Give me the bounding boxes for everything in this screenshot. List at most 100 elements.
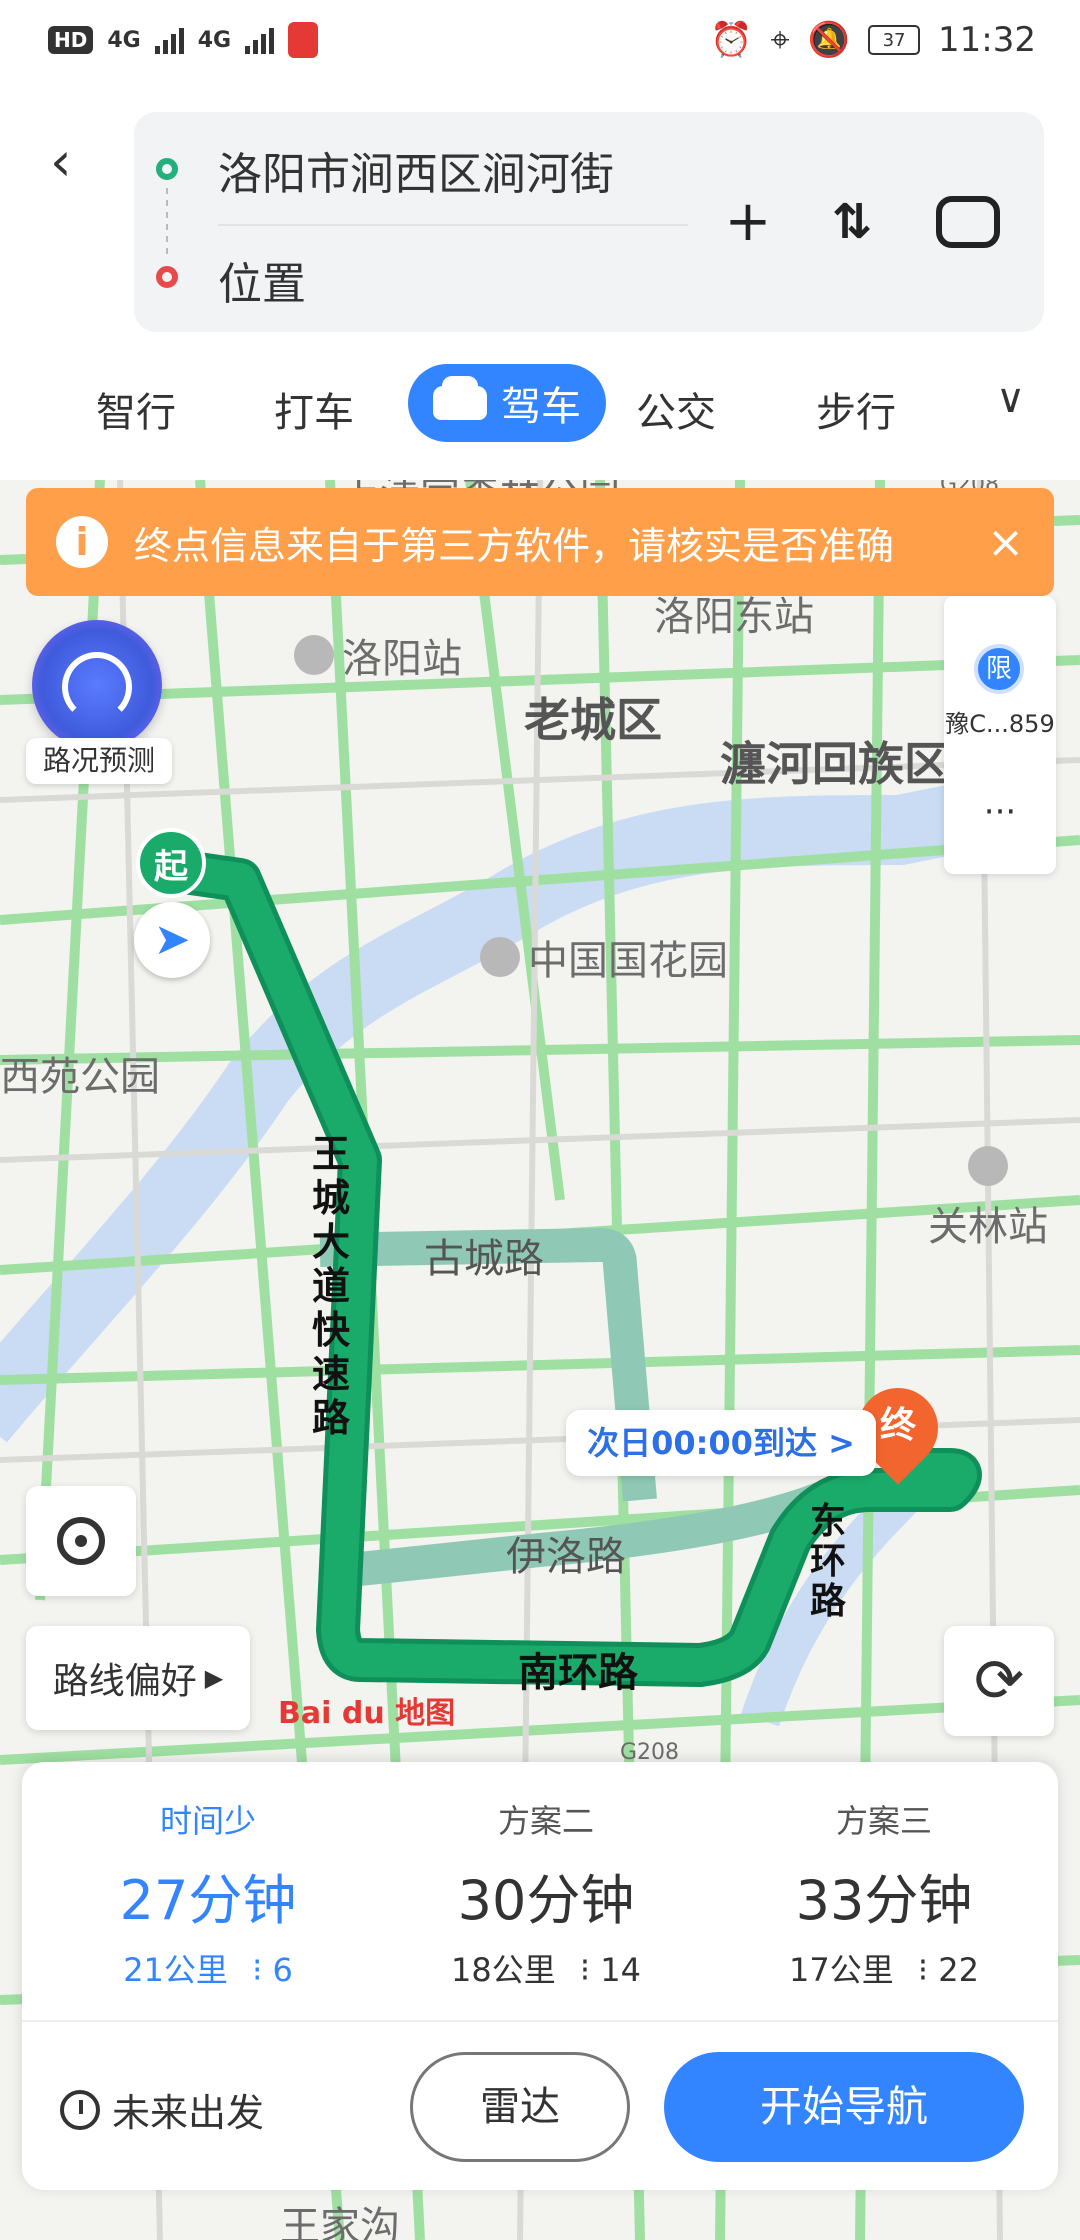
route-plans-sheet: 时间少 27分钟 21公里 ⁝ 6 方案二 30分钟 18公里 ⁝ 14 方案三…: [22, 1762, 1058, 2190]
plan-lights: 6: [272, 1951, 293, 1989]
label-yiluo-road: 伊洛路: [506, 1534, 626, 1580]
poi-guanlin[interactable]: 关林站: [928, 1146, 1048, 1252]
triangle-right-icon: ▶: [204, 1664, 224, 1692]
future-departure-label: 未来出发: [112, 2091, 265, 2135]
mute-icon: 🔕: [807, 20, 851, 60]
plan-distance: 21公里: [123, 1951, 228, 1989]
sim1-label: 4G: [107, 27, 141, 53]
destination-warning-banner: i 终点信息来自于第三方软件，请核实是否准确 ×: [26, 488, 1054, 596]
close-icon[interactable]: ×: [987, 517, 1024, 568]
location-icon: ⌖: [770, 20, 790, 60]
banner-text: 终点信息来自于第三方软件，请核实是否准确: [134, 523, 895, 568]
alarm-icon: ⏰: [710, 20, 753, 60]
label-luoyang-station: 洛阳站: [342, 636, 462, 682]
plan-time: 33分钟: [795, 1869, 973, 1932]
microphone-icon: [288, 22, 319, 58]
tab-gongjiao[interactable]: 公交: [636, 380, 716, 438]
more-icon[interactable]: ···: [944, 792, 1056, 832]
restriction-icon[interactable]: 限: [974, 644, 1024, 694]
plan-lights: 14: [600, 1951, 641, 1989]
map-side-panel: 限 豫C...859 ···: [944, 596, 1056, 874]
clock-icon: [60, 2089, 100, 2130]
plan-meta: 18公里 ⁝ 14: [396, 1945, 696, 1991]
label-xiyuan: 西苑公园: [0, 1054, 160, 1100]
refresh-button[interactable]: ⟳: [944, 1626, 1054, 1736]
start-marker: 起: [136, 828, 206, 898]
start-navigation-button[interactable]: 开始导航: [664, 2052, 1024, 2162]
info-icon: i: [56, 516, 108, 568]
label-wangjiagou: 王家沟: [280, 2204, 400, 2240]
plan-name: 方案三: [835, 1802, 932, 1840]
park-icon: [480, 937, 520, 977]
status-left: HD 4G 4G: [48, 18, 319, 62]
label-gucheng-road: 古城路: [424, 1236, 544, 1282]
plan-distance: 18公里: [451, 1951, 556, 1989]
plan-option-1[interactable]: 时间少 27分钟 21公里 ⁝ 6: [58, 1796, 358, 1991]
traffic-light-icon: ⁝: [252, 1951, 263, 1989]
plan-option-2[interactable]: 方案二 30分钟 18公里 ⁝ 14: [396, 1796, 696, 1991]
car-icon: [433, 376, 487, 420]
refresh-icon: ⟳: [973, 1646, 1025, 1716]
destination-dot-icon: [156, 266, 178, 288]
clock-time: 11:32: [938, 20, 1036, 60]
tab-jiache-label: 驾车: [501, 384, 581, 430]
battery-icon: 37: [868, 25, 921, 55]
car-settings-icon[interactable]: [936, 196, 1000, 248]
label-donghuan-road: 东环路: [810, 1501, 847, 1622]
destination-field[interactable]: 位置: [218, 248, 306, 312]
tab-dache[interactable]: 打车: [274, 380, 354, 438]
tab-buxing[interactable]: 步行: [816, 380, 896, 438]
hd-badge: HD: [48, 26, 94, 54]
label-chanhe: 瀍河回族区: [720, 737, 950, 791]
label-nanhuan-road: 南环路: [518, 1650, 638, 1696]
origin-field[interactable]: 洛阳市涧西区涧河街: [218, 138, 614, 202]
locate-icon: [57, 1517, 105, 1565]
traffic-light-icon: ⁝: [579, 1951, 591, 1989]
add-waypoint-icon[interactable]: +: [718, 192, 778, 252]
field-divider: [218, 224, 688, 226]
plan-meta: 17公里 ⁝ 22: [734, 1945, 1034, 1991]
status-bar: HD 4G 4G ⏰ ⌖ 🔕 37 11:32: [0, 0, 1080, 80]
plan-name: 方案二: [497, 1802, 594, 1840]
tab-jiache[interactable]: 驾车: [408, 364, 606, 442]
forecast-label: 路况预测: [26, 738, 172, 784]
station-icon-2: [968, 1146, 1008, 1186]
plan-meta: 21公里 ⁝ 6: [58, 1945, 358, 1991]
traffic-light-icon: ⁝: [917, 1951, 929, 1989]
plan-option-3[interactable]: 方案三 33分钟 17公里 ⁝ 22: [734, 1796, 1034, 1991]
river: [0, 775, 1007, 1443]
signal-icon-2: [245, 26, 275, 54]
current-location-icon: ➤: [134, 902, 210, 978]
back-icon[interactable]: ‹: [50, 130, 96, 193]
origin-dot-icon: [156, 158, 178, 180]
tab-zhixing[interactable]: 智行: [96, 380, 176, 438]
route-connector: [166, 188, 168, 260]
chevron-down-icon[interactable]: ∨: [996, 376, 1025, 422]
signal-icon: [154, 26, 184, 54]
station-icon: [294, 635, 334, 675]
speedometer-icon: [62, 652, 132, 722]
label-laocheng: 老城区: [524, 693, 662, 747]
sim2-label: 4G: [197, 27, 232, 53]
locate-button[interactable]: [26, 1486, 136, 1596]
route-preference-label: 路线偏好: [52, 1661, 197, 1702]
plan-time: 30分钟: [457, 1869, 635, 1932]
plate-number[interactable]: 豫C...859: [944, 704, 1056, 739]
label-peony-garden: 中国国花园: [528, 938, 728, 984]
poi-luoyang-station[interactable]: 洛阳站: [294, 626, 462, 684]
route-preference-button[interactable]: 路线偏好 ▶: [26, 1626, 250, 1730]
traffic-forecast-button[interactable]: 路况预测: [26, 620, 172, 784]
plan-time: 27分钟: [119, 1869, 297, 1932]
plan-name: 时间少: [159, 1802, 256, 1840]
plan-lights: 22: [938, 1951, 979, 1989]
radar-button[interactable]: 雷达: [410, 2052, 630, 2162]
label-guanlin: 关林站: [928, 1204, 1048, 1250]
future-departure-button[interactable]: 未来出发: [60, 2082, 264, 2137]
label-wangcheng-road: 王城大道快速路: [312, 1132, 351, 1440]
sheet-divider: [22, 2020, 1058, 2022]
baidu-map-logo: Bai du 地图: [278, 1696, 456, 1731]
swap-icon[interactable]: ⇅: [822, 192, 882, 252]
poi-peony-garden[interactable]: 中国国花园: [480, 928, 728, 986]
arrival-time-button[interactable]: 次日00:00到达 >: [566, 1410, 876, 1476]
status-right: ⏰ ⌖ 🔕 37 11:32: [710, 14, 1036, 66]
